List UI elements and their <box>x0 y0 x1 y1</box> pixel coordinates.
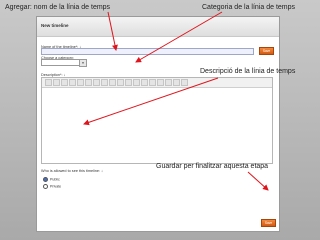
description-editor[interactable] <box>41 77 273 164</box>
bullet-list-icon[interactable] <box>101 79 108 86</box>
timeline-name-input[interactable] <box>41 48 254 55</box>
align-left-icon[interactable] <box>69 79 76 86</box>
panel-title: New timeline <box>41 23 69 28</box>
panel-header: New timeline <box>37 17 279 37</box>
private-label: Private <box>50 184 62 189</box>
visibility-label: Who is allowed to see this timeline: ↓ <box>41 169 104 173</box>
caption-category: Categoria de la línia de temps <box>202 4 295 11</box>
align-right-icon[interactable] <box>85 79 92 86</box>
caption-name: Agregar: nom de la línia de temps <box>5 4 111 11</box>
visibility-option-public[interactable]: Public <box>43 177 60 182</box>
bold-icon[interactable] <box>45 79 52 86</box>
indent-icon[interactable] <box>125 79 132 86</box>
outdent-icon[interactable] <box>117 79 124 86</box>
editor-toolbar <box>42 78 272 88</box>
chevron-down-icon[interactable]: ▾ <box>79 59 87 67</box>
italic-icon[interactable] <box>53 79 60 86</box>
visibility-option-private[interactable]: Private <box>43 184 61 189</box>
category-select[interactable] <box>41 59 81 66</box>
radio-unselected-icon[interactable] <box>43 184 48 189</box>
new-timeline-panel: New timeline Name of the timeline*: ↓ Sa… <box>36 16 280 232</box>
numbered-list-icon[interactable] <box>109 79 116 86</box>
justify-icon[interactable] <box>93 79 100 86</box>
link-icon[interactable] <box>141 79 148 86</box>
align-center-icon[interactable] <box>77 79 84 86</box>
source-code-icon[interactable] <box>165 79 172 86</box>
save-button-top[interactable]: Save <box>259 47 274 55</box>
public-label: Public <box>50 177 60 182</box>
undo-icon[interactable] <box>173 79 180 86</box>
caption-description: Descripció de la línia de temps <box>200 68 296 75</box>
radio-selected-icon[interactable] <box>43 177 48 182</box>
image-icon[interactable] <box>157 79 164 86</box>
underline-icon[interactable] <box>61 79 68 86</box>
redo-icon[interactable] <box>181 79 188 86</box>
caption-save: Guardar per finalitzar aquesta etapa <box>156 163 269 170</box>
save-button-bottom[interactable]: Save <box>261 219 276 227</box>
horizontal-rule-icon[interactable] <box>133 79 140 86</box>
unlink-icon[interactable] <box>149 79 156 86</box>
